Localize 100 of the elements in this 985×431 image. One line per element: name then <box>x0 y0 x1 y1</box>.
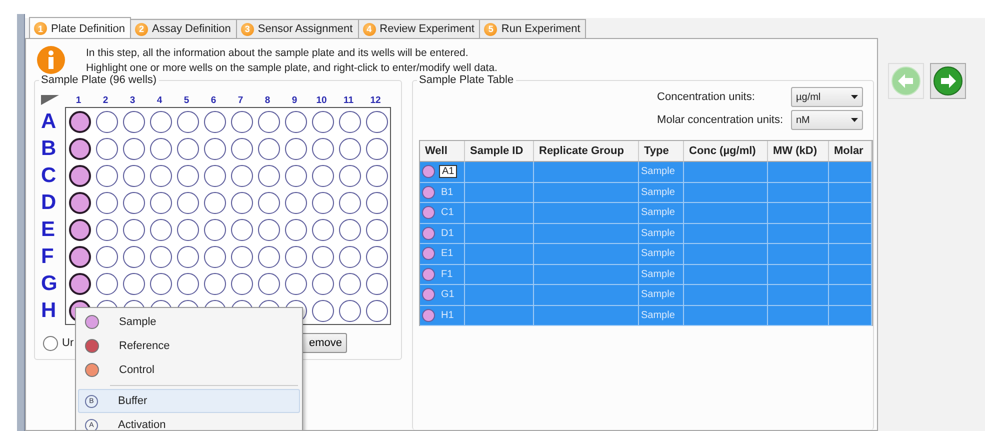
table-cell[interactable] <box>829 244 872 264</box>
table-cell[interactable] <box>465 306 534 326</box>
well[interactable] <box>68 192 90 214</box>
next-button[interactable] <box>930 63 966 99</box>
well[interactable] <box>96 110 118 132</box>
well[interactable] <box>122 192 144 214</box>
well[interactable] <box>230 272 252 294</box>
table-cell[interactable] <box>684 203 768 224</box>
well[interactable] <box>366 164 388 186</box>
well[interactable] <box>230 110 252 132</box>
well[interactable] <box>258 272 280 294</box>
well[interactable] <box>122 246 144 268</box>
table-cell[interactable]: A1 <box>420 162 465 182</box>
well[interactable] <box>312 300 334 322</box>
table-cell[interactable] <box>465 203 534 224</box>
well[interactable] <box>150 272 172 294</box>
step-tab[interactable]: 5 Run Experiment <box>479 19 586 39</box>
well[interactable] <box>338 192 360 214</box>
table-cell[interactable] <box>534 224 639 244</box>
table-cell[interactable] <box>684 306 768 326</box>
table-cell[interactable] <box>684 162 768 182</box>
menu-item[interactable]: Control <box>78 358 300 382</box>
well[interactable] <box>312 192 334 214</box>
table-cell[interactable] <box>684 285 768 306</box>
well[interactable] <box>150 192 172 214</box>
well[interactable] <box>96 138 118 160</box>
column-header[interactable]: Replicate Group <box>534 141 639 162</box>
well[interactable] <box>312 246 334 268</box>
table-cell[interactable] <box>829 162 872 182</box>
table-cell[interactable] <box>534 182 639 203</box>
well[interactable] <box>176 138 198 160</box>
table-cell[interactable] <box>684 264 768 285</box>
well[interactable] <box>150 138 172 160</box>
table-cell[interactable] <box>534 203 639 224</box>
table-cell[interactable] <box>465 162 534 182</box>
column-header[interactable]: Molar <box>829 141 872 162</box>
table-cell[interactable] <box>465 224 534 244</box>
table-cell[interactable] <box>768 285 829 306</box>
well[interactable] <box>176 246 198 268</box>
well[interactable] <box>150 164 172 186</box>
well[interactable] <box>338 218 360 240</box>
table-cell[interactable] <box>768 264 829 285</box>
well[interactable] <box>312 164 334 186</box>
well[interactable] <box>122 272 144 294</box>
radio-button[interactable] <box>43 336 58 350</box>
well[interactable] <box>176 164 198 186</box>
step-tab[interactable]: 1 Plate Definition <box>29 17 131 39</box>
well[interactable] <box>68 246 90 268</box>
well[interactable] <box>258 192 280 214</box>
well[interactable] <box>366 246 388 268</box>
well[interactable] <box>366 218 388 240</box>
table-cell[interactable] <box>768 224 829 244</box>
table-cell[interactable] <box>534 285 639 306</box>
well[interactable] <box>176 218 198 240</box>
well[interactable] <box>366 110 388 132</box>
table-cell[interactable] <box>829 182 872 203</box>
well[interactable] <box>338 110 360 132</box>
table-cell[interactable] <box>465 182 534 203</box>
table-cell[interactable] <box>829 285 872 306</box>
well[interactable] <box>204 138 226 160</box>
well[interactable] <box>338 246 360 268</box>
well[interactable] <box>366 138 388 160</box>
well[interactable] <box>204 272 226 294</box>
table-cell[interactable] <box>768 306 829 326</box>
well[interactable] <box>338 164 360 186</box>
well[interactable] <box>96 272 118 294</box>
well[interactable] <box>68 218 90 240</box>
table-cell[interactable] <box>534 162 639 182</box>
table-cell[interactable] <box>534 264 639 285</box>
table-cell[interactable] <box>829 306 872 326</box>
well[interactable] <box>366 300 388 322</box>
well[interactable] <box>366 192 388 214</box>
table-cell[interactable] <box>829 264 872 285</box>
step-tab[interactable]: 4 Review Experiment <box>358 19 480 39</box>
well[interactable] <box>122 164 144 186</box>
table-cell[interactable] <box>684 224 768 244</box>
well[interactable] <box>258 246 280 268</box>
well[interactable] <box>258 164 280 186</box>
well[interactable] <box>366 272 388 294</box>
units-dropdown[interactable]: nM <box>791 110 863 130</box>
well[interactable] <box>204 192 226 214</box>
well[interactable] <box>284 272 306 294</box>
well[interactable] <box>150 110 172 132</box>
table-cell[interactable] <box>768 182 829 203</box>
column-header[interactable]: Sample ID <box>465 141 534 162</box>
well[interactable] <box>284 246 306 268</box>
well[interactable] <box>312 218 334 240</box>
table-cell[interactable] <box>534 306 639 326</box>
well[interactable] <box>258 138 280 160</box>
well[interactable] <box>96 164 118 186</box>
well[interactable] <box>284 110 306 132</box>
units-dropdown[interactable]: µg/ml <box>791 87 863 107</box>
table-cell[interactable] <box>829 203 872 224</box>
table-cell[interactable] <box>768 244 829 264</box>
column-header[interactable]: Well <box>420 141 465 162</box>
well[interactable] <box>230 218 252 240</box>
column-header[interactable]: Conc (µg/ml) <box>684 141 768 162</box>
well[interactable] <box>230 138 252 160</box>
well[interactable] <box>338 300 360 322</box>
well[interactable] <box>96 246 118 268</box>
